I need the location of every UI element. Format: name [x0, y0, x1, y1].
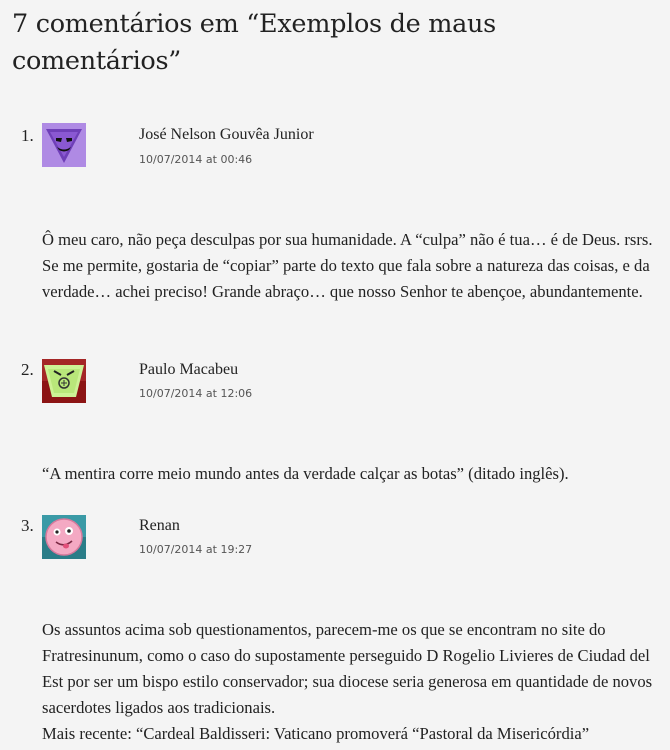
comment-date[interactable]: 10/07/2014 at 19:27	[139, 543, 252, 556]
comment-author[interactable]: José Nelson Gouvêa Junior	[139, 126, 314, 144]
comment-date[interactable]: 10/07/2014 at 00:46	[139, 153, 252, 166]
comments-heading: 7 comentários em “Exemplos de maus comen…	[12, 9, 496, 76]
comment-paragraph: Ô meu caro, não peça desculpas por sua h…	[42, 230, 653, 301]
purple-triangle-face-avatar-icon[interactable]	[42, 123, 86, 167]
comment-author[interactable]: Renan	[139, 517, 180, 535]
comment-number: 2.	[21, 360, 34, 379]
green-cup-face-avatar-icon[interactable]	[42, 359, 86, 403]
comment-body: Os assuntos acima sob questionamentos, p…	[42, 617, 667, 747]
comment-body: “A mentira corre meio mundo antes da ver…	[42, 461, 667, 487]
comment-number: 3.	[21, 516, 34, 535]
comment-paragraph: “A mentira corre meio mundo antes da ver…	[42, 464, 569, 483]
comment-paragraph: Os assuntos acima sob questionamentos, p…	[42, 620, 653, 717]
comment-paragraph: Mais recente: “Cardeal Baldisseri: Vatic…	[42, 724, 590, 743]
pink-round-face-avatar-icon[interactable]	[42, 515, 86, 559]
comment-body: Ô meu caro, não peça desculpas por sua h…	[42, 227, 667, 305]
comment-number: 1.	[21, 126, 34, 145]
comment-author[interactable]: Paulo Macabeu	[139, 361, 238, 379]
comment-date[interactable]: 10/07/2014 at 12:06	[139, 387, 252, 400]
